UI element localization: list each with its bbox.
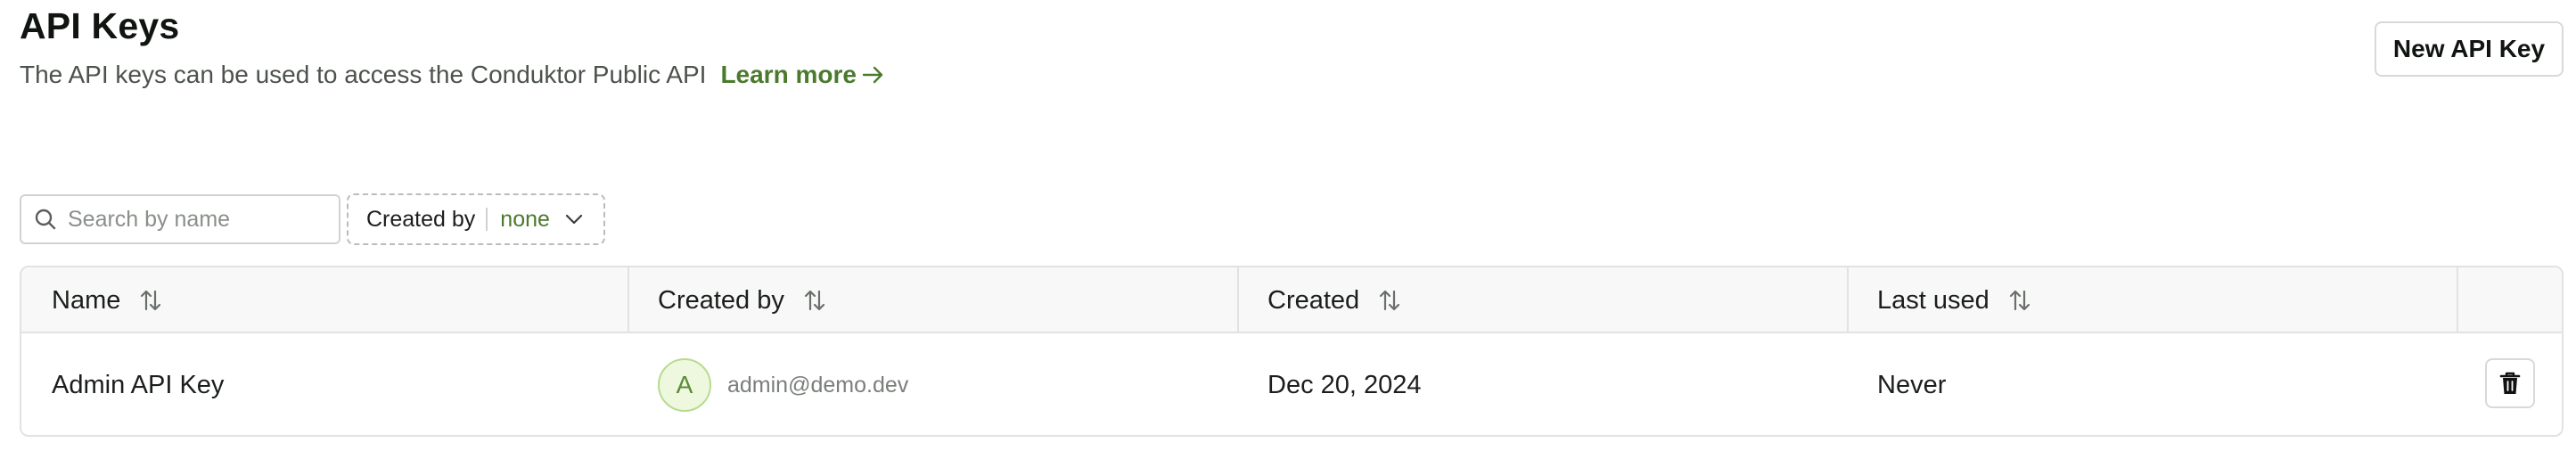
sort-icon[interactable] [2007,288,2032,313]
api-keys-page: API Keys The API keys can be used to acc… [0,0,2576,451]
filter-label: Created by [366,206,476,232]
cell-created-by: A admin@demo.dev [658,333,909,435]
column-divider [1847,267,1849,333]
learn-more-link[interactable]: Learn more [720,61,885,89]
learn-more-label: Learn more [720,61,857,88]
column-divider [628,267,629,333]
delete-key-button[interactable] [2485,358,2535,408]
column-label: Last used [1877,285,1989,315]
column-label: Name [52,285,121,315]
column-header-name[interactable]: Name [52,267,163,333]
column-divider [1237,267,1239,333]
filter-divider [486,208,488,231]
column-header-created[interactable]: Created [1267,267,1402,333]
sort-icon[interactable] [138,288,163,313]
table-row[interactable]: Admin API Key A admin@demo.dev Dec 20, 2… [21,333,2562,435]
cell-created: Dec 20, 2024 [1267,370,1422,399]
api-keys-table: Name Created by Created Last used Admin … [20,266,2564,437]
avatar: A [658,358,711,412]
column-label: Created [1267,285,1360,315]
cell-last-used: Never [1877,370,1947,399]
column-header-created-by[interactable]: Created by [658,267,827,333]
trash-icon [2498,371,2522,396]
column-divider [2457,267,2458,333]
chevron-down-icon [564,213,584,226]
table-header: Name Created by Created Last used [21,267,2562,333]
sort-icon[interactable] [802,288,827,313]
creator-email: admin@demo.dev [727,372,909,398]
arrow-right-icon [862,65,885,85]
sort-icon[interactable] [1377,288,1402,313]
search-box [20,194,340,244]
subtitle-text: The API keys can be used to access the C… [20,61,707,88]
new-api-key-button[interactable]: New API Key [2375,21,2564,77]
search-icon [34,208,57,231]
created-by-filter[interactable]: Created by none [347,193,605,245]
column-label: Created by [658,285,784,315]
page-title: API Keys [20,5,180,46]
filter-value: none [500,206,550,232]
cell-name: Admin API Key [52,370,225,399]
search-input[interactable] [68,206,317,233]
page-subtitle: The API keys can be used to access the C… [20,61,885,89]
column-header-last-used[interactable]: Last used [1877,267,2032,333]
